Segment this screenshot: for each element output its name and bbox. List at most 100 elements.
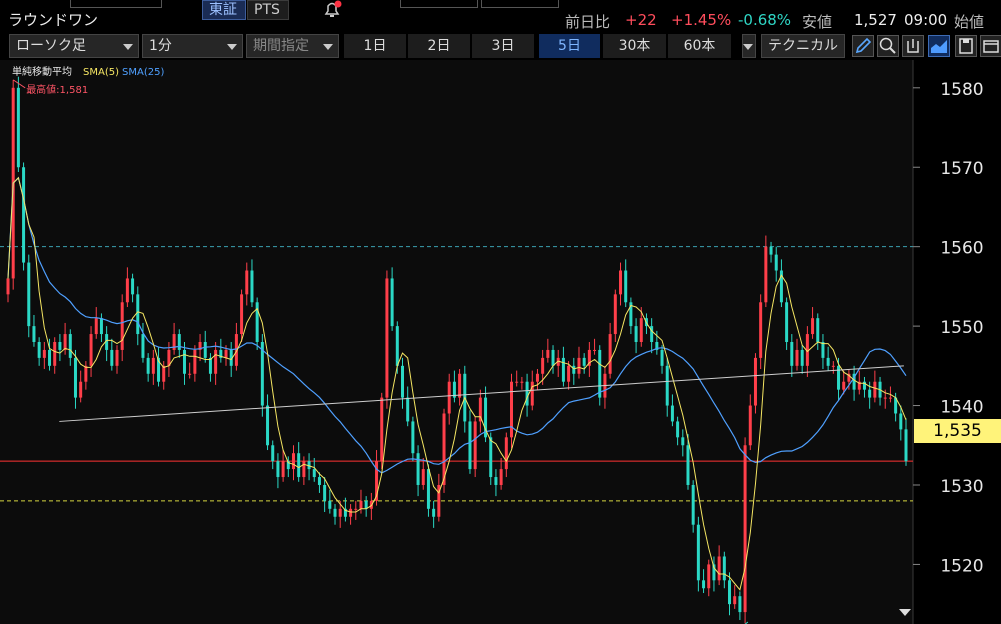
candle-body: [842, 381, 846, 390]
candle-body: [619, 270, 623, 295]
candle-body: [291, 453, 295, 470]
candle-body: [182, 349, 186, 374]
current-price-tag: 1,535: [914, 419, 1001, 443]
top-bar: ラウンドワン 東証 PTS 前日比 +22 +1.45% -0.68% 安値 1…: [0, 0, 1001, 34]
area-chart-icon[interactable]: [928, 35, 950, 57]
candle-body: [224, 349, 228, 358]
candle-body: [22, 167, 26, 263]
candle-body: [821, 342, 825, 358]
y-tick-label: 1570: [940, 159, 983, 179]
candle-body: [6, 278, 10, 295]
candle-body: [136, 294, 140, 335]
candle-body: [567, 365, 571, 382]
draw-pencil-icon[interactable]: [852, 35, 874, 57]
candle-body: [774, 254, 778, 271]
candle-body: [468, 421, 472, 470]
candle-body: [416, 453, 420, 485]
chevron-down-icon: [323, 44, 333, 50]
candle-body: [333, 508, 337, 517]
candle-body: [665, 365, 669, 406]
candle-body: [883, 397, 887, 399]
candle-body: [515, 381, 519, 383]
y-axis: 1520 1530 1540 1550 1560 1570 1580: [913, 80, 984, 576]
y-tick-label: 1540: [940, 398, 983, 418]
tab-pts[interactable]: PTS: [247, 0, 289, 20]
candle-body: [639, 318, 643, 342]
candle-body: [691, 484, 695, 525]
tab-tosho[interactable]: 東証: [202, 0, 246, 20]
range-button-5d[interactable]: 5日: [539, 34, 601, 58]
candle-body: [613, 294, 617, 335]
candle-body: [535, 373, 539, 382]
candle-body: [707, 564, 711, 589]
candle-body: [162, 365, 166, 382]
candle-body: [785, 302, 789, 342]
candle-body: [722, 556, 726, 581]
top-frame-buy: [400, 0, 478, 8]
chevron-down-icon: [743, 44, 753, 50]
candle-body: [769, 246, 773, 255]
candle-body: [151, 357, 155, 374]
candle-body: [702, 580, 706, 589]
high-annotation: 最高値:1,581: [26, 83, 88, 96]
save-icon[interactable]: [955, 35, 977, 57]
candle-body: [281, 461, 285, 478]
candle-body: [16, 87, 20, 168]
range-button-2d[interactable]: 2日: [408, 34, 471, 58]
candle-body: [634, 326, 638, 342]
zoom-icon[interactable]: [877, 35, 899, 57]
candle-body: [400, 365, 404, 398]
open-label: 始値: [954, 13, 985, 31]
range-button-1d[interactable]: 1日: [344, 34, 407, 58]
candle-body: [577, 357, 581, 374]
candle-body: [390, 278, 394, 327]
chart-type-value: ローソク足: [16, 38, 86, 54]
candle-body: [800, 349, 804, 366]
candle-body: [323, 484, 327, 501]
interval-select[interactable]: 1分: [142, 34, 243, 58]
candle-body: [271, 445, 275, 462]
range-button-60bars[interactable]: 60本: [668, 34, 732, 58]
range-button-3d[interactable]: 3日: [472, 34, 535, 58]
legend-sma25: SMA(25): [122, 67, 164, 78]
candle-body: [733, 596, 737, 605]
candle-body: [447, 381, 451, 414]
candle-body: [380, 397, 384, 462]
candle-body: [572, 365, 576, 374]
candle-body: [717, 556, 721, 581]
candle-body: [146, 357, 150, 374]
chart-type-select[interactable]: ローソク足: [9, 34, 139, 58]
candle-body: [240, 294, 244, 335]
range-more-dropdown[interactable]: [742, 34, 756, 58]
range-button-30bars[interactable]: 30本: [603, 34, 667, 58]
alert-bell-icon[interactable]: [321, 0, 343, 20]
candle-body: [598, 349, 602, 398]
candle-body: [141, 334, 145, 358]
candle-body: [473, 421, 477, 470]
candle-body: [888, 397, 892, 399]
candle-body: [753, 357, 757, 406]
export-icon[interactable]: [902, 35, 924, 57]
candle-body: [458, 373, 462, 398]
candle-body: [608, 334, 612, 374]
candle-body: [302, 461, 306, 478]
top-frame-left: [70, 0, 162, 8]
technical-button[interactable]: テクニカル: [761, 34, 845, 58]
candle-body: [904, 429, 908, 462]
candle-body: [873, 381, 877, 398]
period-select[interactable]: 期間指定: [246, 34, 339, 58]
candle-body: [32, 326, 36, 342]
candle-body: [37, 342, 41, 358]
plot-area: [0, 60, 913, 624]
candle-body: [582, 357, 586, 366]
candle-body: [681, 437, 685, 446]
candle-body: [831, 365, 835, 367]
candle-body: [899, 413, 903, 430]
window-icon[interactable]: [980, 35, 1001, 57]
candle-body: [432, 508, 436, 517]
price-chart[interactable]: 1520153015401550156015701580 最高値:1,581最安…: [0, 60, 1001, 624]
low-change-percent: -0.68%: [738, 11, 792, 29]
candle-body: [203, 342, 207, 358]
candle-body: [266, 405, 270, 446]
candle-body: [795, 349, 799, 366]
